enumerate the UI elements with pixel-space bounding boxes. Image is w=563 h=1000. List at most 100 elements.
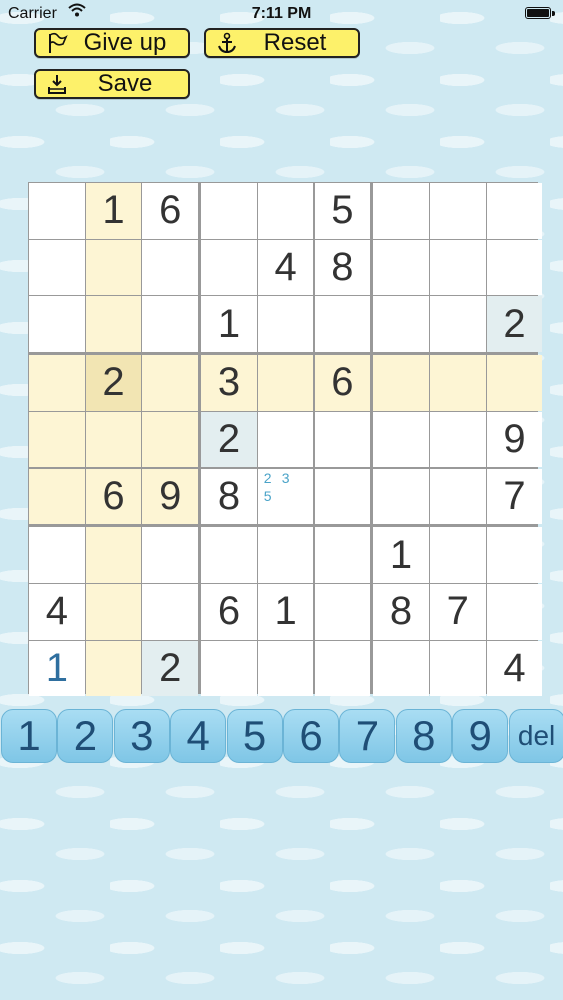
pencil-notes: 235 [259, 469, 313, 523]
cell-r4-c6[interactable]: 6 [314, 355, 371, 411]
digit-key-1[interactable]: 1 [1, 709, 57, 763]
cell-r4-c7[interactable] [373, 355, 429, 411]
digit-key-2[interactable]: 2 [57, 709, 114, 763]
cell-r5-c5[interactable] [257, 411, 314, 468]
cell-r9-c1[interactable]: 1 [29, 640, 85, 697]
cell-r5-c3[interactable] [142, 411, 199, 468]
note-digit: 5 [263, 488, 272, 505]
cell-r1-c3[interactable]: 6 [142, 183, 199, 239]
cell-r5-c2[interactable] [85, 411, 142, 468]
note-digit [277, 487, 295, 505]
save-button[interactable]: Save [34, 69, 190, 99]
reset-button[interactable]: Reset [204, 28, 360, 58]
cell-r2-c6[interactable]: 8 [314, 239, 371, 296]
cell-r1-c5[interactable] [257, 183, 314, 239]
cell-r8-c3[interactable] [142, 583, 199, 640]
cell-r9-c5[interactable] [257, 640, 314, 697]
cell-r2-c5[interactable]: 4 [257, 239, 314, 296]
cell-r2-c9[interactable] [486, 239, 543, 296]
cell-r2-c2[interactable] [85, 239, 142, 296]
cell-r8-c9[interactable] [486, 583, 543, 640]
digit-key-8[interactable]: 8 [395, 709, 452, 763]
cell-r3-c2[interactable] [85, 296, 142, 353]
cell-r1-c7[interactable] [373, 183, 429, 239]
cell-r1-c8[interactable] [429, 183, 486, 239]
cell-r7-c9[interactable] [486, 527, 543, 583]
give-up-button[interactable]: Give up [34, 28, 190, 58]
cell-r7-c3[interactable] [142, 527, 199, 583]
cell-r5-c4[interactable]: 2 [201, 411, 257, 468]
cell-r7-c2[interactable] [85, 527, 142, 583]
cell-r9-c6[interactable] [314, 640, 371, 697]
cell-r6-c7[interactable] [373, 468, 429, 525]
cell-r8-c2[interactable] [85, 583, 142, 640]
cell-r6-c5[interactable]: 235 [257, 468, 314, 525]
cell-r8-c6[interactable] [314, 583, 371, 640]
cell-r3-c8[interactable] [429, 296, 486, 353]
cell-r9-c3[interactable]: 2 [142, 640, 199, 697]
cell-r5-c1[interactable] [29, 411, 85, 468]
cell-r7-c1[interactable] [29, 527, 85, 583]
cell-r3-c1[interactable] [29, 296, 85, 353]
cell-r6-c6[interactable] [314, 468, 371, 525]
cell-r6-c2[interactable]: 6 [85, 468, 142, 525]
cell-r2-c8[interactable] [429, 239, 486, 296]
cell-r1-c2[interactable]: 1 [85, 183, 142, 239]
cell-r8-c8[interactable]: 7 [429, 583, 486, 640]
cell-r9-c4[interactable] [201, 640, 257, 697]
note-digit [277, 505, 295, 523]
cell-r9-c8[interactable] [429, 640, 486, 697]
cell-r5-c6[interactable] [314, 411, 371, 468]
cell-r2-c7[interactable] [373, 239, 429, 296]
delete-key[interactable]: del [508, 709, 563, 763]
cell-r1-c6[interactable]: 5 [314, 183, 371, 239]
note-digit [295, 505, 313, 523]
cell-r4-c8[interactable] [429, 355, 486, 411]
cell-r3-c5[interactable] [257, 296, 314, 353]
cell-r8-c7[interactable]: 8 [373, 583, 429, 640]
cell-r9-c7[interactable] [373, 640, 429, 697]
digit-key-5[interactable]: 5 [226, 709, 283, 763]
cell-r7-c4[interactable] [201, 527, 257, 583]
cell-r9-c9[interactable]: 4 [486, 640, 543, 697]
cell-r5-c7[interactable] [373, 411, 429, 468]
cell-r7-c6[interactable] [314, 527, 371, 583]
cell-r4-c5[interactable] [257, 355, 314, 411]
cell-r9-c2[interactable] [85, 640, 142, 697]
cell-r2-c3[interactable] [142, 239, 199, 296]
cell-r2-c1[interactable] [29, 239, 85, 296]
cell-r3-c9[interactable]: 2 [486, 296, 543, 353]
cell-r8-c4[interactable]: 6 [201, 583, 257, 640]
cell-r4-c2[interactable]: 2 [85, 355, 142, 411]
cell-r5-c9[interactable]: 9 [486, 411, 543, 468]
cell-r4-c4[interactable]: 3 [201, 355, 257, 411]
cell-r6-c8[interactable] [429, 468, 486, 525]
cell-r4-c1[interactable] [29, 355, 85, 411]
digit-key-9[interactable]: 9 [452, 709, 509, 763]
digit-key-7[interactable]: 7 [339, 709, 396, 763]
cell-r3-c4[interactable]: 1 [201, 296, 257, 353]
digit-key-4[interactable]: 4 [170, 709, 227, 763]
cell-r3-c6[interactable] [314, 296, 371, 353]
cell-r6-c9[interactable]: 7 [486, 468, 543, 525]
cell-r1-c1[interactable] [29, 183, 85, 239]
cell-r7-c7[interactable]: 1 [373, 527, 429, 583]
cell-r3-c7[interactable] [373, 296, 429, 353]
digit-key-6[interactable]: 6 [283, 709, 339, 763]
cell-r7-c5[interactable] [257, 527, 314, 583]
note-digit [295, 487, 313, 505]
cell-r8-c5[interactable]: 1 [257, 583, 314, 640]
cell-r2-c4[interactable] [201, 239, 257, 296]
digit-key-3[interactable]: 3 [113, 709, 170, 763]
cell-r5-c8[interactable] [429, 411, 486, 468]
cell-r6-c4[interactable]: 8 [201, 468, 257, 525]
cell-r4-c3[interactable] [142, 355, 199, 411]
cell-r3-c3[interactable] [142, 296, 199, 353]
cell-r6-c3[interactable]: 9 [142, 468, 199, 525]
cell-r4-c9[interactable] [486, 355, 543, 411]
cell-r1-c4[interactable] [201, 183, 257, 239]
cell-r6-c1[interactable] [29, 468, 85, 525]
cell-r1-c9[interactable] [486, 183, 543, 239]
cell-r8-c1[interactable]: 4 [29, 583, 85, 640]
cell-r7-c8[interactable] [429, 527, 486, 583]
